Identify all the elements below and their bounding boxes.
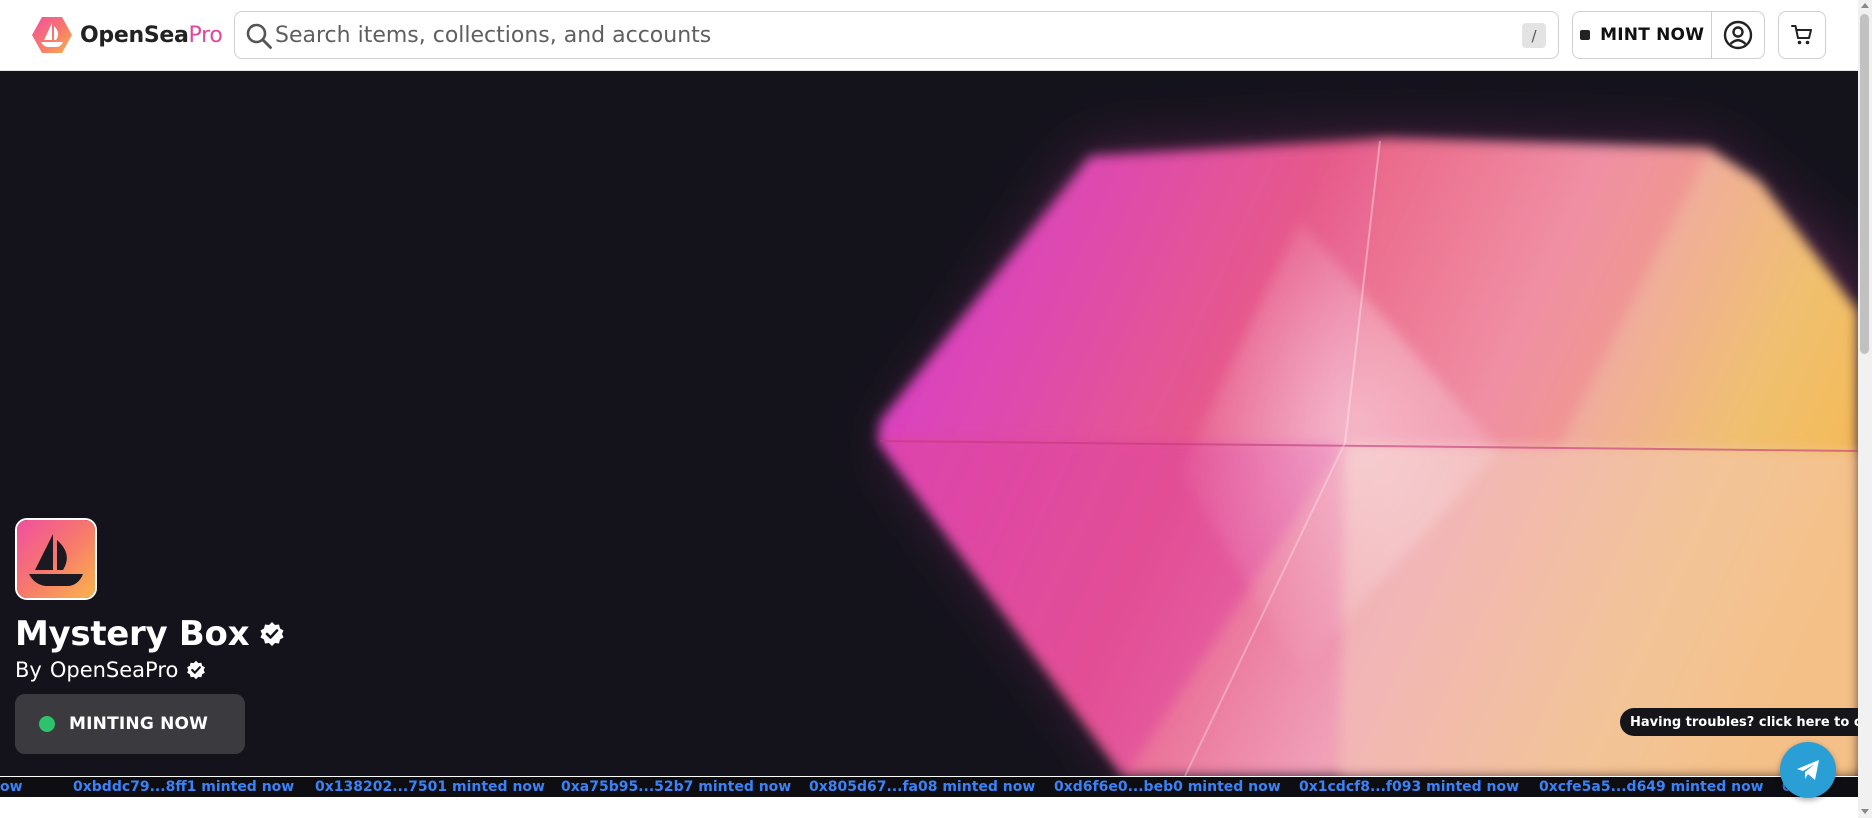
opensea-pro-logo[interactable]: OpenSeaPro xyxy=(32,16,223,54)
cart-button[interactable] xyxy=(1778,11,1826,59)
minting-status-label: MINTING NOW xyxy=(69,714,209,734)
collection-banner: Mystery Box By OpenSeaPro MINTING NOW Ha… xyxy=(0,71,1858,776)
collection-title-row: Mystery Box xyxy=(15,614,285,654)
opensea-ship-icon xyxy=(17,520,95,598)
collection-avatar[interactable] xyxy=(15,518,97,600)
scroll-up-arrow-icon[interactable] xyxy=(1861,3,1869,8)
logo-text-suffix: Pro xyxy=(188,22,223,48)
profile-button[interactable] xyxy=(1712,12,1764,58)
search-shortcut-key: / xyxy=(1522,23,1546,48)
mint-now-button[interactable]: MINT NOW xyxy=(1573,12,1713,58)
ticker-item[interactable]: 0x138202...7501 minted now xyxy=(315,779,545,795)
logo-text: OpenSeaPro xyxy=(80,22,223,48)
scrollbar-thumb[interactable] xyxy=(1860,14,1869,354)
page-scrollbar[interactable] xyxy=(1858,0,1872,818)
user-circle-icon xyxy=(1723,20,1753,50)
search-input[interactable] xyxy=(275,12,1505,58)
ticker-item[interactable]: 0xa75b95...52b7 minted now xyxy=(561,779,791,795)
creator-link[interactable]: OpenSeaPro xyxy=(50,658,179,682)
by-label: By xyxy=(15,658,42,682)
search-icon xyxy=(246,23,272,49)
ticker-item[interactable]: 0x805d67...fa08 minted now xyxy=(809,779,1035,795)
collection-name: Mystery Box xyxy=(15,614,250,654)
ticker-item[interactable]: 0xd6f6e0...beb0 minted now xyxy=(1054,779,1281,795)
mint-icon xyxy=(1580,30,1591,40)
verified-badge-icon xyxy=(260,622,284,646)
banner-gem-image xyxy=(878,136,1858,776)
search-bar[interactable]: / xyxy=(234,11,1559,59)
minting-status-badge[interactable]: MINTING NOW xyxy=(15,694,245,754)
shopping-cart-icon xyxy=(1791,25,1812,45)
chat-help-tooltip[interactable]: Having troubles? click here to chat xyxy=(1620,708,1858,736)
ticker-item[interactable]: 0xbddc79...8ff1 minted now xyxy=(73,779,294,795)
chat-button[interactable] xyxy=(1780,742,1836,798)
mint-activity-ticker: ow 0xbddc79...8ff1 minted now 0x138202..… xyxy=(0,776,1858,797)
status-dot-icon xyxy=(39,716,55,732)
top-nav: OpenSeaPro / MINT NOW xyxy=(0,0,1858,71)
ticker-item[interactable]: ow xyxy=(0,779,23,795)
ticker-item[interactable]: 0x1cdcf8...f093 minted now xyxy=(1299,779,1519,795)
opensea-pro-logo-icon xyxy=(32,17,72,53)
mint-profile-group: MINT NOW xyxy=(1572,11,1765,59)
telegram-send-icon xyxy=(1797,760,1819,780)
creator-row: By OpenSeaPro xyxy=(15,658,206,682)
creator-verified-badge-icon xyxy=(187,660,206,680)
scroll-down-arrow-icon[interactable] xyxy=(1861,809,1869,814)
ticker-item[interactable]: 0xcfe5a5...d649 minted now xyxy=(1539,779,1764,795)
mint-now-label: MINT NOW xyxy=(1600,25,1705,45)
page: OpenSeaPro / MINT NOW xyxy=(0,0,1872,818)
